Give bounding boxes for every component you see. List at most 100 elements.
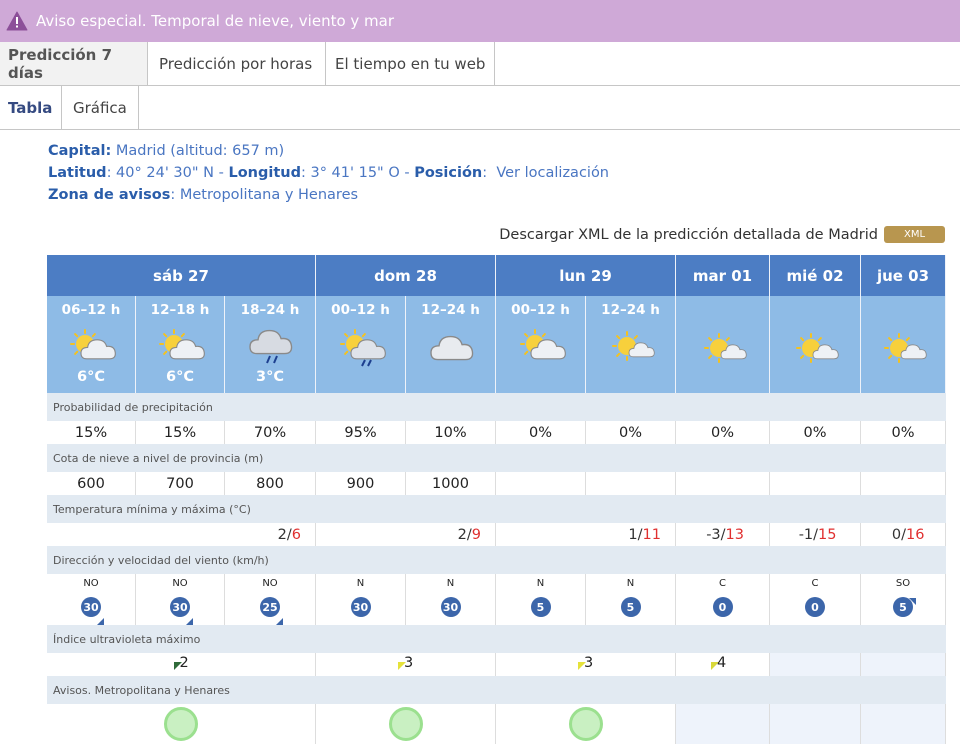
day-header-label: dom 28 bbox=[374, 266, 437, 285]
tab-prediccion-7-dias[interactable]: Predicción 7 días bbox=[0, 42, 148, 85]
wind-speed-badge: 0 bbox=[712, 597, 733, 617]
view-tabs: Tabla Gráfica bbox=[0, 86, 960, 130]
temp-max: 13 bbox=[725, 526, 744, 543]
zona-avisos-info: Zona de avisos: Metropolitana y Henares bbox=[48, 187, 358, 203]
wind-direction: N bbox=[626, 578, 635, 589]
uv-index-value: 2 bbox=[179, 655, 189, 671]
wind-cell: SO 5 bbox=[861, 574, 946, 625]
snow-level-value: 800 bbox=[225, 472, 316, 495]
tab-el-tiempo-en-tu-web[interactable]: El tiempo en tu web bbox=[326, 42, 495, 85]
tab-prediccion-por-horas[interactable]: Predicción por horas bbox=[148, 42, 326, 85]
temp-min: 1 bbox=[628, 526, 638, 543]
precipitation-value: 0% bbox=[770, 421, 861, 444]
period-label: 00–12 h bbox=[331, 302, 390, 318]
warning-level-cell[interactable] bbox=[316, 704, 496, 744]
wind-direction: NO bbox=[262, 578, 278, 589]
temp-min: 2 bbox=[277, 526, 287, 543]
precipitation-text: 70% bbox=[253, 424, 287, 441]
wind-direction: N bbox=[536, 578, 545, 589]
period-temperature: 6°C bbox=[166, 369, 194, 385]
wind-speed-badge: 30 bbox=[440, 597, 461, 617]
period-temperature: 3°C bbox=[256, 369, 284, 385]
forecast-period: 00–12 h bbox=[496, 296, 586, 393]
xml-button[interactable]: XML bbox=[884, 226, 945, 243]
day-header: dom 28 bbox=[316, 255, 496, 296]
wind-speed: 5 bbox=[536, 600, 545, 614]
temp-min: -1 bbox=[798, 526, 814, 543]
period-label: 12–24 h bbox=[421, 302, 480, 318]
tab-grafica[interactable]: Gráfica bbox=[62, 86, 139, 129]
wind-arrow-icon bbox=[537, 619, 546, 625]
day-header: sáb 27 bbox=[47, 255, 316, 296]
section-label: Temperatura mínima y máxima (°C) bbox=[53, 502, 251, 516]
warning-text[interactable]: Aviso especial. Temporal de nieve, vient… bbox=[36, 12, 394, 30]
wind-speed-badge: 5 bbox=[620, 597, 641, 617]
wind-speed: 30 bbox=[172, 600, 188, 614]
wind-cell: NO 30 bbox=[47, 574, 136, 625]
zona-avisos-value: : Metropolitana y Henares bbox=[170, 187, 359, 203]
warning-level-cell[interactable] bbox=[47, 704, 316, 744]
precipitation-text: 15% bbox=[74, 424, 108, 441]
period-temperature: 6°C bbox=[77, 369, 105, 385]
section-header-avisos: Avisos. Metropolitana y Henares bbox=[47, 676, 946, 704]
uv-index-cell: 4 bbox=[676, 653, 770, 676]
uv-index-cell: 3 bbox=[496, 653, 676, 676]
wind-speed: 30 bbox=[352, 600, 369, 614]
forecast-period: 06–12 h 6°C bbox=[47, 296, 136, 393]
capital-label: Capital: bbox=[48, 143, 112, 159]
latitude-value: : 40° 24' 30" N - bbox=[106, 165, 229, 181]
wind-direction: NO bbox=[83, 578, 99, 589]
section-label: Probabilidad de precipitación bbox=[53, 400, 213, 414]
wind-cell: C0 bbox=[770, 574, 861, 625]
snow-level-value bbox=[586, 472, 676, 495]
snow-level-value: 700 bbox=[136, 472, 225, 495]
snow-level-text: 700 bbox=[166, 475, 194, 492]
uv-index-cell bbox=[770, 653, 861, 676]
latitude-label: Latitud bbox=[48, 165, 107, 181]
section-header-wind: Dirección y velocidad del viento (km/h) bbox=[47, 546, 946, 574]
precipitation-text: 95% bbox=[344, 424, 377, 441]
wind-speed: 0 bbox=[811, 600, 819, 614]
period-label: 18–24 h bbox=[240, 302, 300, 318]
precipitation-value: 95% bbox=[316, 421, 406, 444]
snow-level-text: 1000 bbox=[432, 475, 469, 492]
xml-download-text[interactable]: Descargar XML de la predicción detallada… bbox=[499, 227, 878, 243]
precipitation-text: 15% bbox=[163, 424, 197, 441]
snow-level-value: 1000 bbox=[406, 472, 496, 495]
warning-level-cell bbox=[770, 704, 861, 744]
green-warning-level-icon[interactable] bbox=[164, 707, 198, 741]
precipitation-value: 0% bbox=[586, 421, 676, 444]
temp-max: 9 bbox=[471, 526, 481, 543]
green-warning-level-icon[interactable] bbox=[568, 707, 603, 741]
longitude-value: : 3° 41' 15" O - bbox=[300, 165, 415, 181]
snow-level-value bbox=[861, 472, 946, 495]
wind-arrow-icon bbox=[357, 619, 366, 625]
snow-level-value: 900 bbox=[316, 472, 406, 495]
snow-level-value: 600 bbox=[47, 472, 136, 495]
precipitation-text: 0% bbox=[710, 424, 734, 441]
temp-min-max: 2 / 9 bbox=[316, 523, 496, 546]
temp-max: 6 bbox=[291, 526, 301, 543]
day-header-label: sáb 27 bbox=[153, 266, 209, 285]
wind-cell: NO 30 bbox=[136, 574, 225, 625]
forecast-period: 12–18 h 6°C bbox=[136, 296, 225, 393]
special-warning-bar[interactable]: Aviso especial. Temporal de nieve, vient… bbox=[0, 0, 960, 42]
period-label: 00–12 h bbox=[511, 302, 570, 318]
precipitation-value: 10% bbox=[406, 421, 496, 444]
wind-speed: 30 bbox=[83, 600, 99, 614]
precipitation-text: 0% bbox=[803, 424, 827, 441]
warning-level-cell[interactable] bbox=[496, 704, 676, 744]
green-warning-level-icon[interactable] bbox=[388, 707, 423, 741]
forecast-period bbox=[861, 296, 946, 393]
wind-arrow-icon bbox=[627, 619, 636, 625]
temp-min-max: -3 / 13 bbox=[676, 523, 770, 546]
precipitation-value: 0% bbox=[496, 421, 586, 444]
wind-direction: C bbox=[719, 578, 726, 589]
precipitation-text: 0% bbox=[618, 424, 642, 441]
period-label: 12–18 h bbox=[150, 302, 210, 318]
tab-tabla[interactable]: Tabla bbox=[0, 86, 62, 129]
wind-arrow-icon bbox=[185, 613, 193, 625]
snow-level-text: 600 bbox=[77, 475, 105, 492]
precipitation-value: 15% bbox=[136, 421, 225, 444]
ver-localizacion-link[interactable]: Ver localización bbox=[496, 165, 609, 181]
